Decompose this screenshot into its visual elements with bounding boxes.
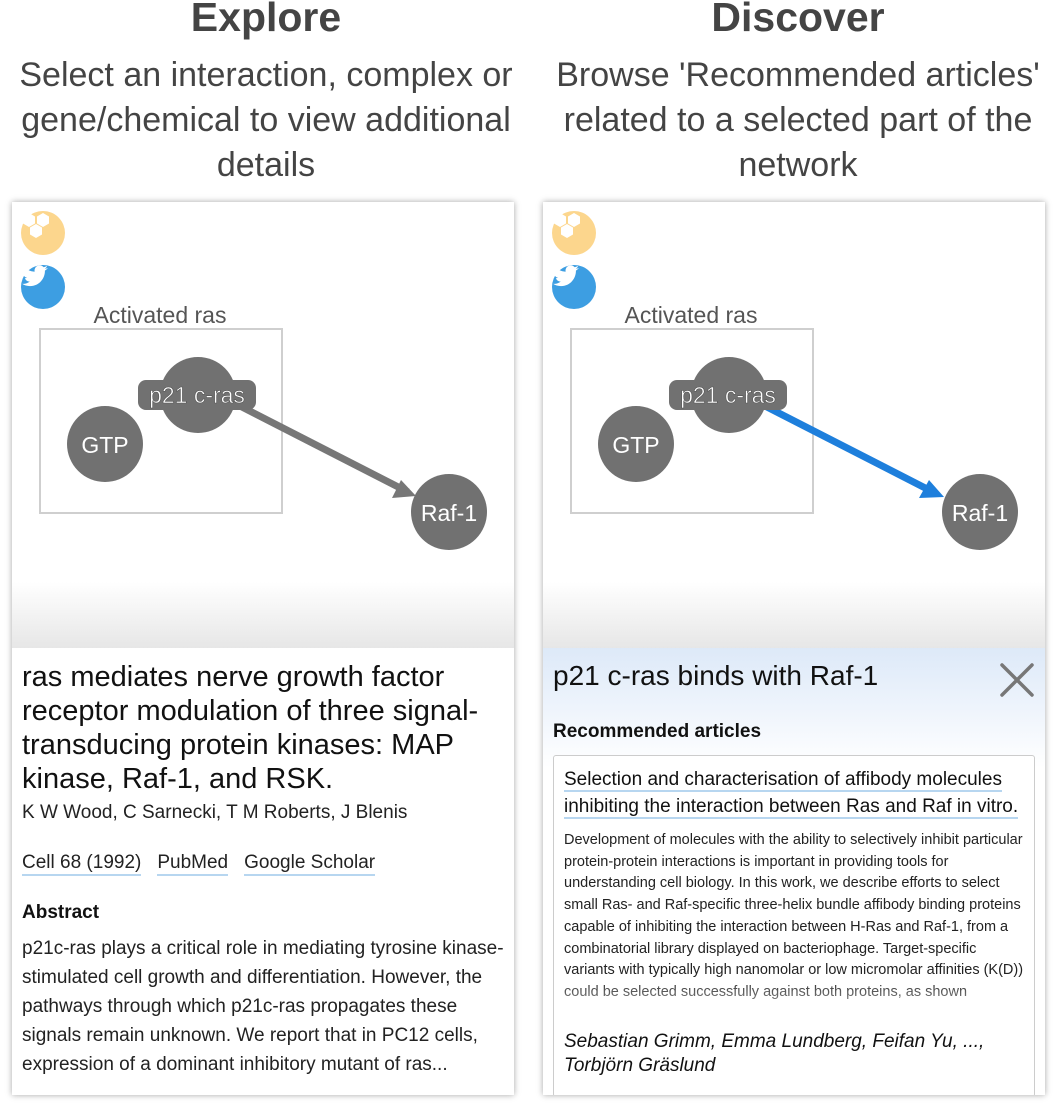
- node-p21-label: p21 c-ras: [149, 382, 245, 408]
- discover-title: Discover: [711, 0, 885, 40]
- discover-subtitle: Browse 'Recommended articles' related to…: [556, 56, 1040, 184]
- article-authors: K W Wood, C Sarnecki, T M Roberts, J Ble…: [22, 802, 408, 823]
- close-icon[interactable]: [997, 660, 1037, 700]
- network-view[interactable]: Activated ras GTP p21 c-ras Raf-1: [543, 202, 1045, 648]
- selected-interaction-edge[interactable]: [763, 402, 935, 496]
- twitter-bird-icon[interactable]: [21, 265, 65, 309]
- explore-subtitle: Select an interaction, complex or gene/c…: [19, 56, 513, 184]
- node-gtp-label: GTP: [612, 432, 659, 458]
- complex-label: Activated ras: [94, 302, 227, 328]
- recommended-article-abstract: Development of molecules with the abilit…: [564, 832, 1024, 1000]
- recommended-article-title-link[interactable]: Selection and characterisation of affibo…: [564, 769, 1019, 819]
- twitter-bird-icon[interactable]: [552, 265, 596, 309]
- recommended-heading: Recommended articles: [553, 721, 762, 742]
- hexagon-cluster-icon[interactable]: [552, 211, 596, 255]
- network-fade: [12, 582, 514, 648]
- interaction-detail: p21 c-ras binds with Raf-1 Recommended a…: [543, 648, 1045, 1095]
- pubmed-link[interactable]: PubMed: [157, 852, 229, 876]
- complex-label: Activated ras: [625, 302, 758, 328]
- article-title: ras mediates nerve growth factor recepto…: [22, 661, 479, 795]
- explore-panel: Activated ras GTP p21 c-ras Raf-1 ras me…: [12, 202, 514, 1095]
- network-fade: [543, 582, 1045, 648]
- node-raf-label: Raf-1: [421, 500, 477, 526]
- explore-title: Explore: [190, 0, 342, 40]
- discover-panel: Activated ras GTP p21 c-ras Raf-1 p21 c-…: [543, 202, 1045, 1095]
- node-p21-label: p21 c-ras: [680, 382, 776, 408]
- network-view[interactable]: Activated ras GTP p21 c-ras Raf-1: [12, 202, 514, 648]
- interaction-title: p21 c-ras binds with Raf-1: [553, 660, 879, 691]
- explore-header: Explore Select an interaction, complex o…: [0, 0, 532, 188]
- recommended-article-title[interactable]: Selection and characterisation of affibo…: [564, 766, 1024, 820]
- hexagon-cluster-icon[interactable]: [21, 211, 65, 255]
- journal-link[interactable]: Cell 68 (1992): [22, 852, 142, 876]
- interaction-edge[interactable]: [238, 402, 410, 496]
- article-links: Cell 68 (1992) PubMed Google Scholar: [22, 852, 504, 876]
- node-gtp-label: GTP: [81, 432, 128, 458]
- article-detail: ras mediates nerve growth factor recepto…: [12, 648, 514, 1095]
- recommended-article-authors: Sebastian Grimm, Emma Lundberg, Feifan Y…: [564, 1031, 985, 1076]
- google-scholar-link[interactable]: Google Scholar: [244, 852, 376, 876]
- abstract-text: p21c-ras plays a critical role in mediat…: [22, 938, 504, 1075]
- node-raf-label: Raf-1: [952, 500, 1008, 526]
- discover-header: Discover Browse 'Recommended articles' r…: [532, 0, 1064, 188]
- recommended-article-card[interactable]: Selection and characterisation of affibo…: [553, 755, 1035, 1095]
- abstract-heading: Abstract: [22, 902, 100, 923]
